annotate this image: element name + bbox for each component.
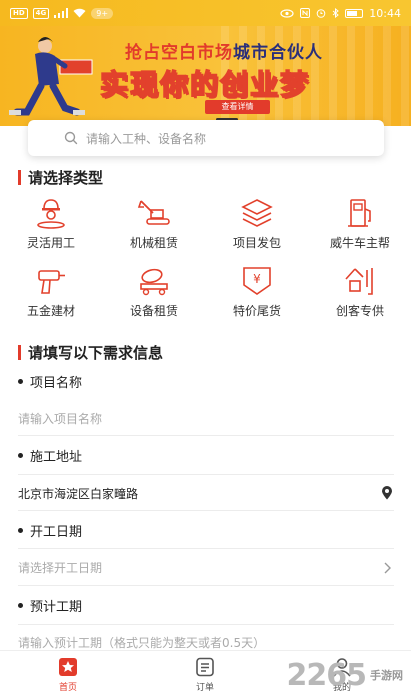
chevron-right-icon[interactable]	[383, 562, 391, 574]
alarm-icon	[316, 9, 326, 18]
address-label-text: 施工地址	[30, 450, 83, 465]
svg-text:¥: ¥	[253, 272, 261, 286]
concrete-mixer-icon	[140, 268, 168, 296]
section-accent-bar	[18, 345, 21, 360]
divider	[18, 435, 394, 436]
banner-headline-navy: 城市合伙人	[233, 43, 323, 63]
address-label: 施工地址	[18, 446, 82, 465]
notification-badge: 9+	[91, 7, 114, 19]
divider	[18, 624, 394, 625]
project-name-input[interactable]: 请输入项目名称	[18, 410, 394, 427]
form-section-title-text: 请填写以下需求信息	[28, 344, 164, 362]
bullet-dot	[18, 453, 23, 458]
type-item-clearance-sale[interactable]: ¥ 特价尾货	[206, 265, 308, 319]
search-box[interactable]: 请输入工种、设备名称	[28, 120, 384, 156]
type-item-hardware-materials[interactable]: 五金建材	[0, 265, 102, 319]
price-tag-icon: ¥	[243, 267, 271, 295]
running-woman-illustration	[9, 37, 93, 116]
type-item-flexible-labor[interactable]: 灵活用工	[0, 197, 102, 251]
bullet-dot	[18, 603, 23, 608]
project-name-label: 项目名称	[18, 372, 82, 391]
divider	[18, 474, 394, 475]
excavator-icon	[137, 200, 170, 225]
type-section-title: 请选择类型	[18, 167, 103, 188]
orders-icon	[196, 657, 214, 677]
drill-icon	[38, 270, 65, 294]
fuel-pump-icon	[348, 199, 371, 227]
start-date-label-text: 开工日期	[30, 525, 83, 540]
divider	[18, 548, 394, 549]
project-name-label-text: 项目名称	[30, 376, 83, 391]
search-placeholder: 请输入工种、设备名称	[86, 131, 207, 146]
bullet-dot	[18, 528, 23, 533]
type-item-maker-supply[interactable]: 创客专供	[309, 265, 411, 319]
chuang-icon	[345, 268, 373, 295]
duration-input[interactable]: 请输入预计工期（格式只能为整天或者0.5天）	[18, 634, 394, 651]
watermark-number: 2265	[286, 657, 367, 693]
home-star-icon	[59, 658, 77, 676]
type-section-title-text: 请选择类型	[28, 169, 104, 187]
worker-icon	[37, 199, 65, 229]
duration-label-text: 预计工期	[30, 600, 83, 615]
type-item-label: 特价尾货	[232, 304, 281, 318]
tab-label: 订单	[195, 683, 214, 693]
promo-banner[interactable]: 抢占空白市场城市合伙人 实现你的创业梦 查看详情	[0, 26, 411, 126]
clock: 10:44	[369, 6, 401, 20]
eye-icon	[280, 8, 294, 18]
search-icon	[64, 131, 78, 145]
divider	[18, 585, 394, 586]
address-input[interactable]: 北京市海淀区白家疃路	[18, 485, 394, 502]
start-date-label: 开工日期	[18, 521, 82, 540]
tab-label: 首页	[58, 683, 77, 693]
type-item-machinery-rental[interactable]: 机械租赁	[103, 197, 205, 251]
duration-label: 预计工期	[18, 596, 82, 615]
start-date-picker[interactable]: 请选择开工日期	[18, 559, 394, 576]
banner-headline-red: 抢占空白市场	[125, 43, 233, 63]
banner-slogan: 实现你的创业梦	[99, 67, 311, 102]
type-item-label: 威牛车主帮	[329, 236, 390, 250]
section-accent-bar	[18, 170, 21, 185]
type-item-owner-help[interactable]: 威牛车主帮	[309, 197, 411, 251]
type-item-label: 创客专供	[335, 304, 384, 318]
signal-icon	[54, 8, 69, 18]
status-bar: HD 4G 9+ 10:44	[0, 0, 411, 26]
type-item-label: 五金建材	[26, 304, 75, 318]
tab-orders[interactable]: 订单	[165, 657, 245, 693]
type-item-label: 项目发包	[232, 236, 281, 250]
bluetooth-icon	[332, 8, 340, 18]
banner-details-button[interactable]: 查看详情	[205, 100, 270, 114]
app-screen: HD 4G 9+ 10:44 抢占空白市场城市合伙人 实现你的创业梦 查看详情 …	[0, 0, 411, 700]
network-indicator: 4G	[32, 7, 50, 19]
type-item-label: 灵活用工	[26, 236, 75, 250]
location-pin-icon[interactable]	[381, 486, 393, 500]
nfc-icon	[300, 8, 311, 18]
bullet-dot	[18, 379, 23, 384]
banner-headline: 抢占空白市场城市合伙人	[125, 38, 323, 63]
form-section-title: 请填写以下需求信息	[18, 342, 163, 363]
hd-indicator: HD	[10, 7, 28, 19]
type-item-project-contract[interactable]: 项目发包	[206, 197, 308, 251]
layers-icon	[241, 199, 273, 227]
battery-icon	[345, 8, 364, 18]
watermark-site: 手游网	[370, 669, 403, 682]
divider	[18, 510, 394, 511]
wifi-icon	[73, 8, 86, 18]
site-watermark: 2265 手游网	[287, 652, 404, 698]
tab-home[interactable]: 首页	[28, 657, 108, 693]
type-item-label: 设备租赁	[129, 304, 178, 318]
type-item-label: 机械租赁	[129, 236, 178, 250]
type-item-equipment-rental[interactable]: 设备租赁	[103, 265, 205, 319]
